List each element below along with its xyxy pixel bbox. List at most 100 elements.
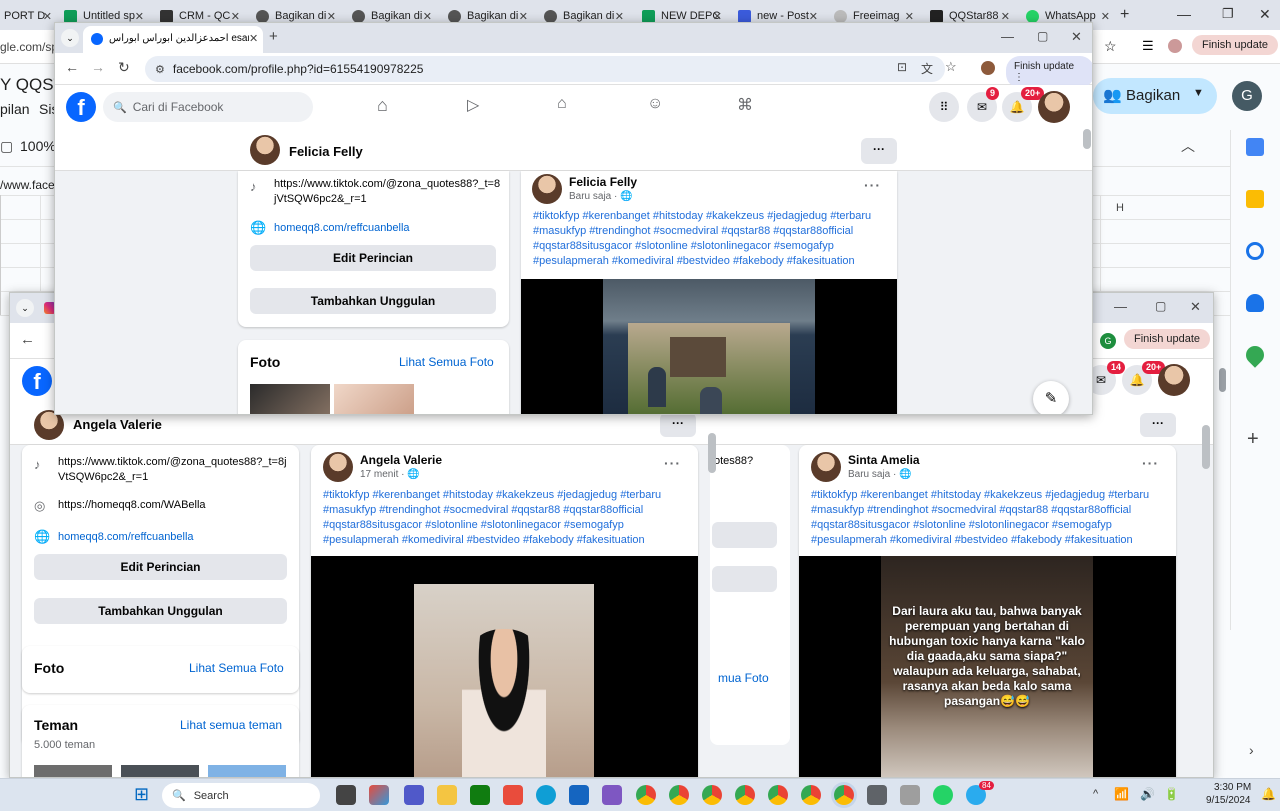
website-link[interactable]: homeqq8.com/reffcuanbella	[274, 222, 410, 234]
minimize-button[interactable]: —	[1001, 29, 1014, 44]
close-icon[interactable]: ✕	[713, 10, 722, 23]
close-icon[interactable]: ✕	[1101, 10, 1110, 23]
close-icon[interactable]: ✕	[135, 10, 144, 23]
zoom-select[interactable]: 100%	[20, 138, 56, 154]
menu-grid-icon[interactable]: ⠿	[929, 92, 959, 122]
close-window-button[interactable]: ✕	[1190, 299, 1201, 315]
active-tab[interactable]: احمدعزالدین ابوراس ابوراس ‎esan ✕	[83, 26, 263, 53]
account-avatar[interactable]: G	[1100, 333, 1116, 349]
home-icon[interactable]: ⌂	[377, 95, 388, 116]
xbox-icon[interactable]	[470, 785, 490, 805]
friend-photo[interactable]	[34, 765, 112, 777]
calendar-icon[interactable]	[1246, 138, 1264, 156]
post-author-avatar[interactable]	[323, 452, 353, 482]
post-hashtags[interactable]: #tiktokfyp #kerenbanget #hitstoday #kake…	[811, 488, 1171, 548]
more-options-button[interactable]: ···	[861, 138, 897, 164]
column-header-h[interactable]: H	[1116, 202, 1124, 214]
groups-icon[interactable]: ☺	[647, 95, 663, 113]
facebook-logo-icon[interactable]: f	[66, 92, 96, 122]
edit-details-button[interactable]: Edit Perincian	[34, 554, 287, 580]
see-all-photos-link[interactable]: Lihat Semua Foto	[399, 355, 494, 369]
teams-icon[interactable]	[404, 785, 424, 805]
more-options-button[interactable]: ···	[1140, 413, 1176, 437]
behind-button[interactable]	[712, 566, 777, 592]
task-view-icon[interactable]	[336, 785, 356, 805]
friend-photo[interactable]	[121, 765, 199, 777]
chevron-up-icon[interactable]: ︿	[1181, 136, 1195, 156]
clock-date[interactable]: 9/15/2024	[1206, 795, 1251, 806]
chrome-icon[interactable]	[801, 785, 821, 805]
close-icon[interactable]: ✕	[249, 32, 258, 45]
close-icon[interactable]: ✕	[231, 10, 240, 23]
post-menu-button[interactable]: ···	[1142, 455, 1159, 471]
profile-avatar[interactable]	[1168, 39, 1182, 53]
chevron-up-icon[interactable]: ^	[1093, 788, 1098, 800]
share-button[interactable]: 👥 Bagikan ▼	[1093, 78, 1217, 114]
close-icon[interactable]: ✕	[905, 10, 914, 23]
app-icon[interactable]	[503, 785, 523, 805]
maximize-button[interactable]: ▢	[1037, 29, 1048, 43]
chrome-icon[interactable]	[735, 785, 755, 805]
bg-tab-0[interactable]: PORT D ✕	[0, 5, 56, 27]
forward-arrow-icon[interactable]: →	[91, 59, 105, 75]
see-all-photos-link[interactable]: Lihat Semua Foto	[189, 661, 284, 675]
translate-icon[interactable]: 文	[921, 60, 933, 77]
copilot-icon[interactable]	[369, 785, 389, 805]
chrome-icon[interactable]	[669, 785, 689, 805]
contacts-icon[interactable]	[1246, 294, 1264, 312]
tiktok-link[interactable]: https://www.tiktok.com/@zona_quotes88?_t…	[58, 455, 288, 485]
new-tab-button[interactable]: +	[1120, 6, 1129, 24]
profile-avatar[interactable]	[1038, 91, 1070, 123]
whatsapp-link[interactable]: https://homeqq8.com/WABella	[58, 499, 206, 511]
profile-thumb[interactable]	[250, 135, 280, 165]
whatsapp-icon[interactable]	[933, 785, 953, 805]
close-icon[interactable]: ✕	[1001, 10, 1010, 23]
taskbar-search[interactable]: 🔍 Search	[162, 783, 320, 808]
post-author-avatar[interactable]	[811, 452, 841, 482]
profile-name[interactable]: Angela Valerie	[73, 417, 162, 432]
battery-icon[interactable]: 🔋	[1164, 787, 1179, 801]
more-options-button[interactable]: ···	[660, 413, 696, 437]
post-author-avatar[interactable]	[532, 174, 562, 204]
post-time[interactable]: Baru saja · 🌐	[848, 469, 912, 480]
chrome-icon[interactable]	[702, 785, 722, 805]
friend-photo[interactable]	[208, 765, 286, 777]
post-author[interactable]: Felicia Felly	[569, 175, 637, 189]
post-time[interactable]: Baru saja · 🌐	[569, 191, 633, 202]
close-icon[interactable]: ✕	[43, 10, 52, 23]
video-icon[interactable]: ▷	[467, 95, 479, 115]
profile-avatar[interactable]	[1158, 364, 1190, 396]
maximize-button[interactable]: ❐	[1222, 6, 1234, 22]
chrome-icon[interactable]	[834, 785, 854, 805]
post-author[interactable]: Sinta Amelia	[848, 453, 920, 467]
install-icon[interactable]: ⊡	[897, 60, 907, 74]
post-author[interactable]: Angela Valerie	[360, 453, 442, 467]
extensions-icon[interactable]: ☰	[1142, 38, 1154, 54]
wifi-icon[interactable]: 📶	[1114, 787, 1129, 801]
back-arrow-icon[interactable]: ←	[20, 331, 35, 348]
post-video[interactable]	[311, 556, 698, 777]
app-icon[interactable]	[867, 785, 887, 805]
app-icon[interactable]	[602, 785, 622, 805]
new-tab-button[interactable]: +	[269, 28, 278, 45]
chrome-icon[interactable]	[768, 785, 788, 805]
facebook-logo-icon[interactable]: f	[22, 366, 52, 396]
close-icon[interactable]: ✕	[327, 10, 336, 23]
see-all-friends-link[interactable]: Lihat semua teman	[180, 718, 282, 732]
address-bar[interactable]: ⚙ facebook.com/profile.php?id=6155419097…	[145, 56, 945, 82]
site-info-icon[interactable]: ⚙	[155, 63, 165, 76]
minimize-button[interactable]: —	[1177, 6, 1191, 22]
scrollbar-thumb[interactable]	[708, 433, 716, 473]
close-window-button[interactable]: ✕	[1071, 29, 1082, 45]
post-time[interactable]: 17 menit · 🌐	[360, 469, 420, 480]
photo-thumbnail[interactable]	[250, 384, 330, 414]
add-featured-button[interactable]: Tambahkan Unggulan	[34, 598, 287, 624]
menu-item[interactable]: pilan	[0, 101, 30, 117]
tab-search-icon[interactable]: ⌄	[16, 299, 34, 317]
cell-content[interactable]: /www.face	[0, 178, 55, 192]
keep-icon[interactable]	[1246, 190, 1264, 208]
tiktok-link[interactable]: https://www.tiktok.com/@zona_quotes88?_t…	[274, 177, 502, 207]
post-hashtags[interactable]: #tiktokfyp #kerenbanget #hitstoday #kake…	[323, 488, 688, 548]
notification-bell-icon[interactable]: 🔔	[1261, 787, 1276, 801]
post-menu-button[interactable]: ···	[864, 177, 881, 193]
